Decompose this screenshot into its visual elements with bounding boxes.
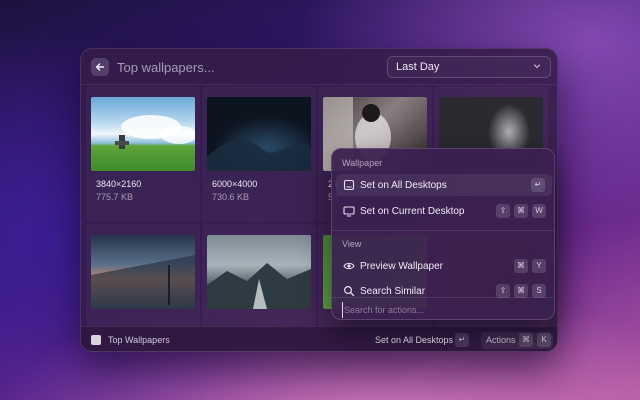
menu-section-wallpaper: Wallpaper (342, 158, 383, 168)
menu-search-bar (332, 297, 554, 319)
action-search-input[interactable] (342, 302, 542, 318)
command-title: Top Wallpapers (108, 335, 170, 345)
time-filter-value: Last Day (396, 61, 440, 73)
wallpaper-card[interactable]: 3840×2160 775.7 KB (86, 86, 200, 222)
search-input[interactable] (117, 57, 377, 77)
wallpaper-card[interactable] (86, 224, 200, 328)
menu-section-view: View (342, 239, 362, 249)
wallpaper-thumbnail (207, 235, 311, 309)
primary-action-button[interactable]: Set on All Desktops (375, 335, 453, 345)
w-key-badge: W (532, 204, 546, 218)
enter-key-badge: ↵ (455, 333, 469, 347)
monitor-icon (343, 206, 355, 217)
menu-item-label: Set on All Desktops (360, 180, 447, 191)
wallpaper-size: 730.6 KB (212, 192, 250, 202)
menu-item-label: Set on Current Desktop (360, 206, 465, 217)
cmd-key-badge: ⌘ (514, 259, 528, 273)
k-key-badge: K (537, 333, 551, 347)
chevron-down-icon (533, 64, 541, 69)
action-bar: Top Wallpapers Set on All Desktops ↵ Act… (81, 326, 557, 351)
menu-item-set-current-desktop[interactable]: Set on Current Desktop ⇧ ⌘ W (336, 200, 552, 222)
wallpaper-image (207, 139, 311, 171)
back-button[interactable] (91, 58, 109, 76)
cmd-key-badge: ⌘ (514, 204, 528, 218)
wallpaper-thumbnail (91, 235, 195, 309)
menu-item-preview-wallpaper[interactable]: Preview Wallpaper ⌘ Y (336, 255, 552, 277)
wallpaper-resolution: 6000×4000 (212, 179, 258, 189)
wallpaper-thumbnail (91, 97, 195, 171)
wallpaper-resolution: 3840×2160 (96, 179, 142, 189)
app-icon (91, 335, 101, 345)
menu-item-set-all-desktops[interactable]: Set on All Desktops ↵ (336, 174, 552, 196)
wallpaper-image (91, 255, 195, 309)
actions-button[interactable]: Actions ⌘ K (481, 332, 553, 349)
wallpaper-card[interactable] (202, 224, 316, 328)
menu-item-label: Search Similar (360, 286, 426, 297)
wallpaper-size: 775.7 KB (96, 192, 134, 202)
shift-key-badge: ⇧ (496, 204, 510, 218)
time-filter-dropdown[interactable]: Last Day (387, 56, 551, 78)
actions-label: Actions (486, 335, 516, 345)
wallpaper-thumbnail (207, 97, 311, 171)
cmd-key-badge: ⌘ (519, 333, 533, 347)
search-icon (343, 285, 355, 297)
y-key-badge: Y (532, 259, 546, 273)
wallpaper-image (115, 115, 195, 149)
top-bar: Last Day (81, 49, 557, 85)
enter-key-badge: ↵ (531, 178, 545, 192)
wallpaper-image (207, 263, 311, 309)
eye-icon (343, 262, 355, 270)
shift-key-badge: ⇧ (496, 284, 510, 298)
menu-divider (332, 230, 554, 231)
menu-item-label: Preview Wallpaper (360, 261, 443, 272)
wallpaper-card[interactable]: 6000×4000 730.6 KB (202, 86, 316, 222)
actions-menu: Wallpaper Set on All Desktops ↵ Set on C… (331, 148, 555, 320)
desktop-icon (343, 179, 355, 191)
arrow-left-icon (95, 63, 105, 71)
cmd-key-badge: ⌘ (514, 284, 528, 298)
s-key-badge: S (532, 284, 546, 298)
